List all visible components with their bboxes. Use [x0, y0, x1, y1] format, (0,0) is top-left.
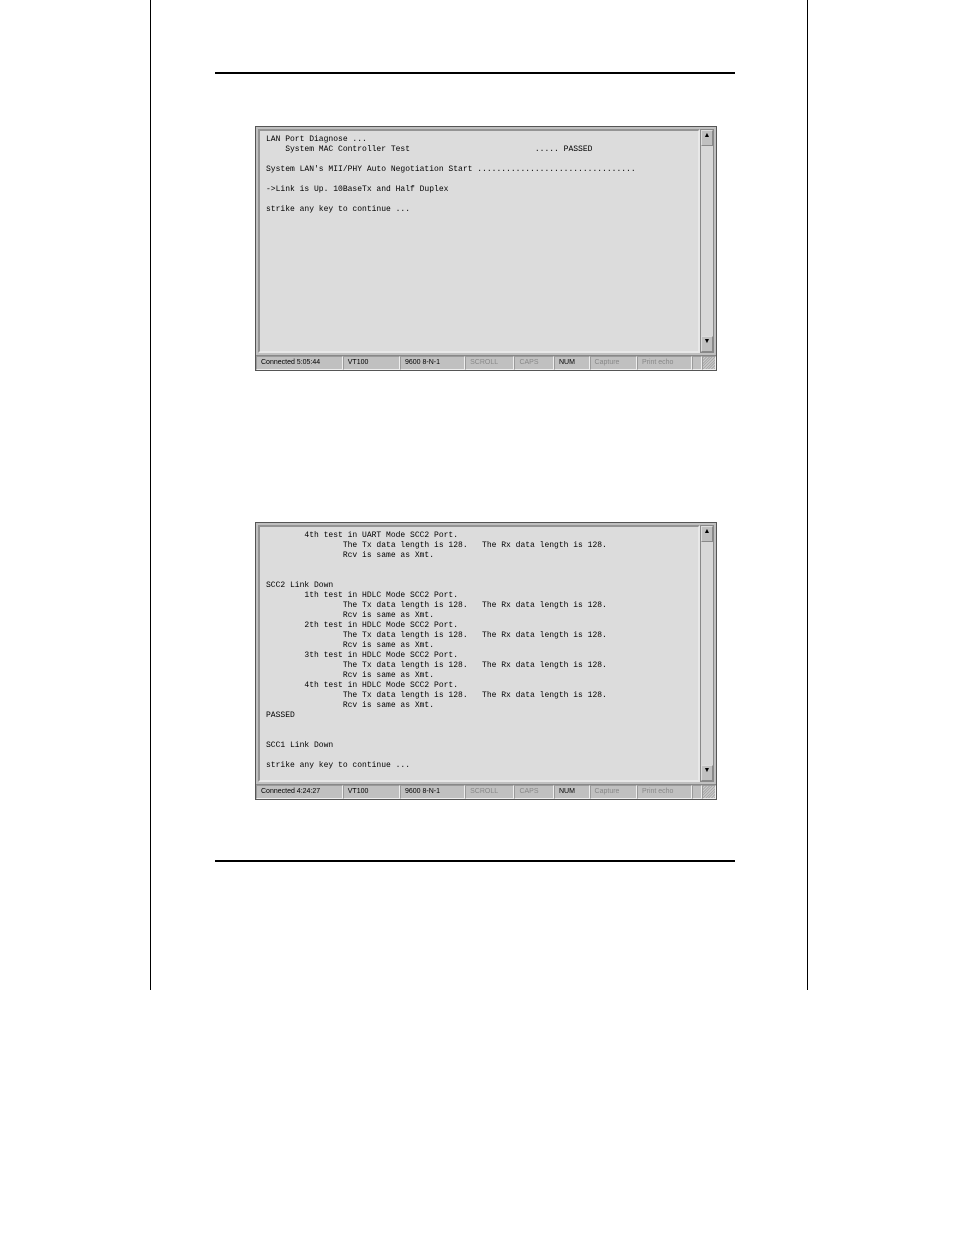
scroll-track[interactable] [701, 542, 713, 765]
divider-bottom [215, 860, 735, 862]
status-emulation: VT100 [343, 356, 400, 370]
status-caps: CAPS [514, 356, 554, 370]
scrollbar[interactable]: ▲ ▼ [700, 129, 714, 353]
terminal-output-1: LAN Port Diagnose ... System MAC Control… [258, 129, 700, 353]
scrollbar[interactable]: ▲ ▼ [700, 525, 714, 782]
status-capture: Capture [590, 356, 637, 370]
status-connected: Connected 5:05:44 [256, 356, 343, 370]
status-caps: CAPS [514, 785, 554, 799]
terminal-window-2: 4th test in UART Mode SCC2 Port. The Tx … [255, 522, 717, 800]
scroll-up-icon[interactable]: ▲ [701, 526, 713, 542]
terminal-body: LAN Port Diagnose ... System MAC Control… [256, 127, 716, 355]
divider-top [215, 72, 735, 74]
status-printecho: Print echo [637, 785, 692, 799]
status-bar-2: Connected 4:24:27 VT100 9600 8-N-1 SCROL… [256, 784, 716, 799]
terminal-window-1: LAN Port Diagnose ... System MAC Control… [255, 126, 717, 371]
status-spacer [692, 785, 702, 799]
status-spacer [692, 356, 702, 370]
page: LAN Port Diagnose ... System MAC Control… [0, 0, 954, 1235]
scroll-track[interactable] [701, 146, 713, 336]
status-printecho: Print echo [637, 356, 692, 370]
margin-line-right [807, 0, 808, 990]
terminal-output-2: 4th test in UART Mode SCC2 Port. The Tx … [258, 525, 700, 782]
status-bar-1: Connected 5:05:44 VT100 9600 8-N-1 SCROL… [256, 355, 716, 370]
status-scroll: SCROLL [465, 356, 514, 370]
status-settings: 9600 8-N-1 [400, 356, 465, 370]
status-emulation: VT100 [343, 785, 400, 799]
status-connected: Connected 4:24:27 [256, 785, 343, 799]
status-settings: 9600 8-N-1 [400, 785, 465, 799]
terminal-body: 4th test in UART Mode SCC2 Port. The Tx … [256, 523, 716, 784]
scroll-up-icon[interactable]: ▲ [701, 130, 713, 146]
margin-line-left [150, 0, 151, 990]
scroll-down-icon[interactable]: ▼ [701, 765, 713, 781]
status-num: NUM [554, 356, 590, 370]
resize-grip-icon[interactable] [702, 356, 716, 370]
status-num: NUM [554, 785, 590, 799]
resize-grip-icon[interactable] [702, 785, 716, 799]
scroll-down-icon[interactable]: ▼ [701, 336, 713, 352]
status-capture: Capture [590, 785, 637, 799]
status-scroll: SCROLL [465, 785, 514, 799]
